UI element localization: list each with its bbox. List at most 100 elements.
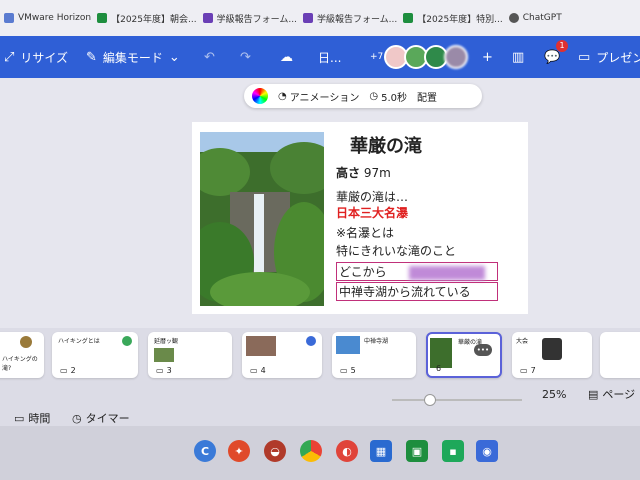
waterfall-image	[200, 132, 324, 306]
sheets-icon	[403, 13, 414, 23]
bookmark-label: 学級報告フォーム...	[216, 14, 297, 25]
collaborator-avatars[interactable]	[384, 45, 468, 69]
bookmark-morning-meeting[interactable]: 【2025年度】朝会...	[97, 12, 197, 25]
present-button[interactable]: ▭ プレゼン	[578, 49, 640, 66]
screen-icon: ▭	[520, 366, 528, 375]
art-app-icon[interactable]: ◒	[264, 440, 286, 462]
slide-text-line[interactable]: ※名瀑とは	[336, 224, 394, 241]
bottom-controls: ▭ 時間 ◷ タイマー 25% ▤ ページ	[0, 386, 640, 426]
time-button[interactable]: ▭ 時間	[14, 410, 50, 426]
editor-canvas[interactable]: ◔ アニメーション ◷ 5.0秒 配置 華厳の滝 高さ 97m 華厳の滝は… 日…	[0, 78, 640, 328]
screen-icon: ▭	[340, 366, 348, 375]
figma-icon[interactable]: ✦	[228, 440, 250, 462]
bookmark-vmware[interactable]: VMware Horizon	[4, 13, 91, 23]
timer-button[interactable]: ◷ タイマー	[72, 410, 130, 426]
thumb-title: ハイキングとは	[58, 338, 100, 345]
more-options-icon[interactable]: •••	[474, 344, 492, 356]
palette-icon[interactable]: ◐	[336, 440, 358, 462]
present-icon: ▭	[578, 49, 591, 65]
redacted-region	[408, 265, 485, 280]
thumb-image	[542, 338, 562, 360]
slide-text-box[interactable]: 中禅寺湖から流れている	[336, 282, 498, 301]
screen-icon: ▭	[14, 411, 25, 425]
thumb-image	[154, 348, 174, 362]
cloud-save-icon[interactable]: ☁	[280, 50, 293, 65]
screen-icon: ▭	[156, 366, 164, 375]
pencil-icon: ✎	[86, 49, 97, 65]
thumb-number: 6	[436, 364, 442, 373]
resize-label: リサイズ	[20, 50, 69, 65]
present-label: プレゼン	[596, 50, 640, 65]
undo-icon[interactable]: ↶	[204, 50, 215, 65]
thumb-title: ハイキングの滝?	[2, 356, 38, 372]
thumb-number: ▭ 3	[156, 366, 172, 375]
comment-icon[interactable]: 💬	[544, 50, 560, 65]
thumb-image	[336, 336, 360, 354]
page-icon: ▤	[588, 387, 599, 401]
color-picker-icon[interactable]	[252, 88, 268, 104]
edit-mode-label: 編集モード	[102, 50, 163, 65]
chrome-icon[interactable]	[300, 440, 322, 462]
camera-icon[interactable]: ◉	[476, 440, 498, 462]
slide-text-line[interactable]: 華厳の滝は…	[336, 188, 408, 205]
notification-badge: 1	[556, 40, 568, 52]
slide-text-box[interactable]: どこから	[336, 262, 498, 281]
slide-thumbnail-active[interactable]: 華厳の滝 ••• 6	[426, 332, 502, 378]
slide[interactable]: 華厳の滝 高さ 97m 華厳の滝は… 日本三大名瀑 ※名瀑とは 特にきれいな滝の…	[192, 122, 528, 314]
bookmark-chatgpt[interactable]: ChatGPT	[508, 13, 562, 23]
thumb-number: ▭ 7	[520, 366, 536, 375]
animation-label: アニメーション	[289, 92, 360, 104]
animation-button[interactable]: ◔ アニメーション	[278, 89, 359, 104]
collab-count[interactable]: +7	[370, 52, 383, 62]
avatar	[122, 336, 132, 346]
bookmark-label: 学級報告フォーム...	[316, 14, 398, 25]
zoom-slider-track[interactable]	[392, 399, 522, 401]
board-icon[interactable]: ▣	[406, 440, 428, 462]
time-label: 時間	[28, 412, 51, 425]
chevron-down-icon: ⌄	[168, 49, 180, 65]
slide-highlight-text[interactable]: 日本三大名瀑	[336, 204, 408, 221]
duration-button[interactable]: ◷ 5.0秒	[369, 89, 407, 104]
bookmark-class-report-1[interactable]: 学級報告フォーム...	[202, 12, 297, 25]
redo-icon[interactable]: ↷	[240, 50, 251, 65]
canva-icon[interactable]: C	[194, 440, 216, 462]
height-value: 97m	[363, 166, 391, 180]
bookmark-label: 【2025年度】特別...	[417, 14, 503, 25]
edit-mode-button[interactable]: ✎ 編集モード ⌄	[86, 49, 180, 66]
chatgpt-icon	[508, 13, 519, 23]
classroom-icon[interactable]: ▦	[370, 440, 392, 462]
bookmark-label: VMware Horizon	[18, 13, 92, 23]
sheets-icon	[97, 13, 108, 23]
thumb-title: 中禅寺湖	[364, 338, 389, 345]
slide-thumbnail[interactable]: ハイキングとは ▭ 2	[52, 332, 138, 378]
add-icon[interactable]: +	[482, 50, 493, 65]
slide-thumbnail[interactable]	[600, 332, 640, 378]
layout-button[interactable]: 配置	[417, 89, 437, 104]
os-shelf: C ✦ ◒ ◐ ▦ ▣ ▪ ◉	[0, 426, 640, 480]
slide-text-line[interactable]: 特にきれいな滝のこと	[336, 242, 456, 259]
bookmark-label: 【2025年度】朝会...	[111, 14, 197, 25]
timer-icon: ◷	[72, 411, 82, 425]
page-view-button[interactable]: ▤ ページ	[588, 386, 635, 402]
slide-thumbnail[interactable]: ハイキングの滝?	[0, 332, 44, 378]
resize-button[interactable]: ⤢ リサイズ	[4, 49, 68, 66]
slide-thumbnail-strip: ハイキングの滝? ハイキングとは ▭ 2 延暦ッ観 ▭ 3 ▭ 4 中禅寺湖 ▭ 5 華…	[0, 328, 640, 386]
slide-thumbnail[interactable]: 大会 ▭ 7	[512, 332, 592, 378]
thumb-title: 延暦ッ観	[154, 338, 179, 345]
zoom-slider-knob[interactable]	[424, 394, 436, 406]
slide-thumbnail[interactable]: 中禅寺湖 ▭ 5	[332, 332, 416, 378]
waterfall-photo[interactable]	[200, 132, 324, 306]
bookmark-special[interactable]: 【2025年度】特別...	[403, 12, 503, 25]
thumb-number: ▭ 5	[340, 366, 356, 375]
date-label[interactable]: 日...	[318, 49, 341, 66]
chat-icon[interactable]: ▪	[442, 440, 464, 462]
slide-thumbnail[interactable]: 延暦ッ観 ▭ 3	[148, 332, 232, 378]
slide-title[interactable]: 華厳の滝	[350, 132, 422, 158]
bookmark-class-report-2[interactable]: 学級報告フォーム...	[302, 12, 398, 25]
slide-height-line[interactable]: 高さ 97m	[336, 164, 391, 181]
duration-label: 5.0秒	[381, 92, 407, 104]
analytics-icon[interactable]: ▥	[512, 50, 524, 65]
animation-toolbar: ◔ アニメーション ◷ 5.0秒 配置	[244, 84, 482, 108]
slide-thumbnail[interactable]: ▭ 4	[242, 332, 322, 378]
bookmarks-bar: VMware Horizon 【2025年度】朝会... 学級報告フォーム...…	[0, 0, 640, 36]
